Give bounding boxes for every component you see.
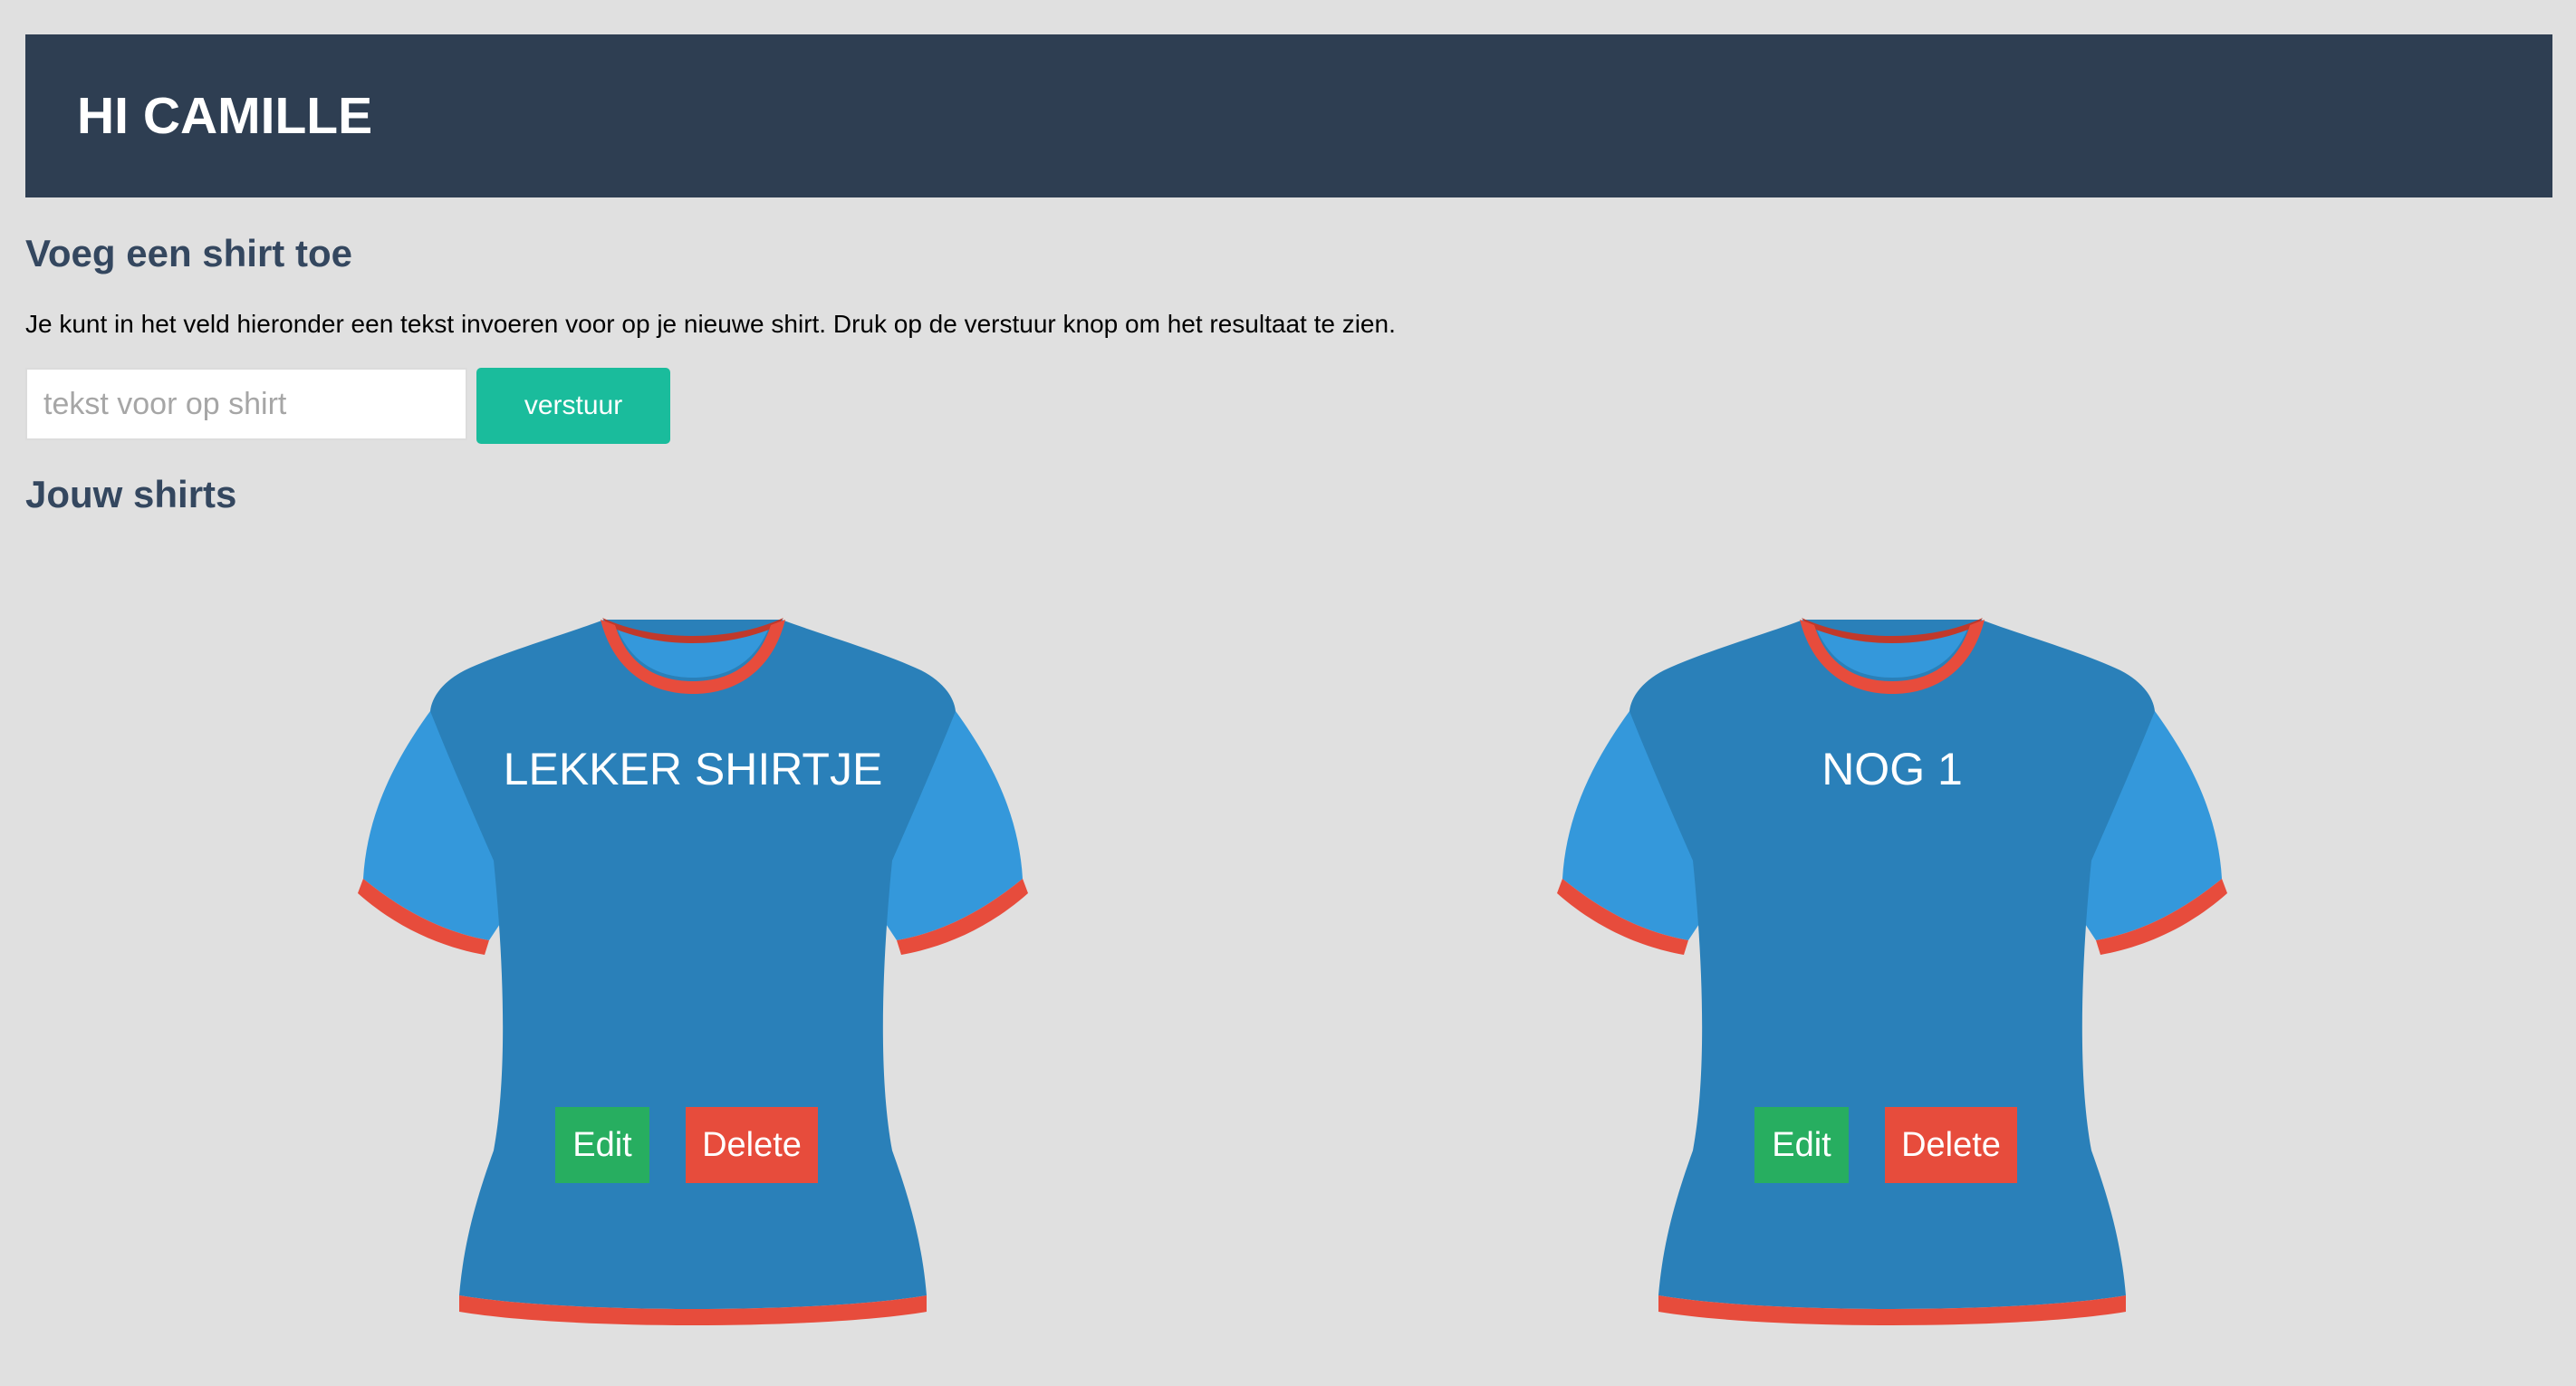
add-shirt-description: Je kunt in het veld hieronder een tekst …	[25, 310, 1396, 338]
delete-button[interactable]: Delete	[1885, 1107, 2017, 1183]
tshirt-icon	[1557, 618, 2227, 1325]
shirt-card: LEKKER SHIRTJE Edit Delete	[358, 607, 1028, 1341]
edit-button[interactable]: Edit	[1754, 1107, 1849, 1183]
greeting-title: HI CAMILLE	[77, 87, 373, 145]
shirt-card: NOG 1 Edit Delete	[1557, 607, 2227, 1341]
shirt-text-input[interactable]	[25, 368, 467, 440]
tshirt-icon	[358, 618, 1028, 1325]
page-header: HI CAMILLE	[25, 34, 2552, 197]
edit-button[interactable]: Edit	[555, 1107, 649, 1183]
delete-button[interactable]: Delete	[686, 1107, 818, 1183]
add-shirt-heading: Voeg een shirt toe	[25, 232, 352, 274]
shirt-text: LEKKER SHIRTJE	[503, 744, 883, 794]
submit-button[interactable]: verstuur	[476, 368, 670, 444]
shirt-text: NOG 1	[1821, 744, 1963, 794]
your-shirts-heading: Jouw shirts	[25, 473, 237, 515]
